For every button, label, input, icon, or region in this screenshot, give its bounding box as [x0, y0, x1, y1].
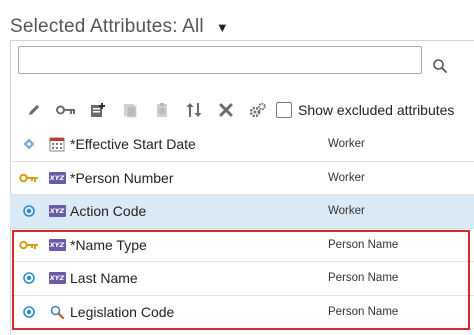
search-icon[interactable]: [432, 58, 448, 74]
copy-icon: [124, 104, 137, 118]
xyz-icon: XYZ: [48, 262, 66, 295]
attributes-header: Selected Attributes: All ▼: [10, 12, 229, 42]
attribute-object: Person Name: [328, 238, 399, 251]
page-title: Selected Attributes: All: [10, 16, 204, 37]
table-row[interactable]: XYZ Action Code Worker: [10, 195, 474, 229]
key-icon: [18, 229, 40, 262]
search-input[interactable]: [18, 46, 422, 74]
table-row[interactable]: Legislation Code Person Name: [10, 296, 474, 329]
sort-button[interactable]: [178, 94, 210, 126]
xyz-icon: XYZ: [48, 229, 66, 262]
table-row[interactable]: XYZ Last Name Person Name: [10, 262, 474, 296]
target-icon: [18, 262, 40, 295]
attributes-table: *Effective Start Date Worker XYZ *Person…: [10, 128, 474, 329]
calendar-icon: [48, 128, 66, 161]
xyz-icon: XYZ: [48, 162, 66, 195]
attribute-object: Worker: [328, 138, 365, 151]
search-bar: [18, 46, 458, 80]
xyz-icon: XYZ: [48, 195, 66, 228]
filter-dropdown-icon[interactable]: ▼: [216, 20, 229, 35]
attribute-object: Person Name: [328, 272, 399, 285]
lookup-icon: [48, 296, 66, 329]
attribute-name: Action Code: [70, 203, 147, 220]
paste-icon: [157, 103, 167, 117]
target-icon: [18, 296, 40, 329]
copy-button[interactable]: [114, 94, 146, 126]
xyz-icon-text: XYZ: [48, 205, 66, 218]
show-excluded-toggle[interactable]: Show excluded attributes: [276, 102, 454, 118]
attribute-object: Worker: [328, 171, 365, 184]
show-excluded-label: Show excluded attributes: [298, 102, 455, 118]
sort-icon: [186, 103, 202, 117]
key-icon: [56, 105, 75, 115]
settings-icon: [249, 102, 266, 118]
add-attribute-button[interactable]: [82, 94, 114, 126]
delete-button[interactable]: [210, 94, 242, 126]
paste-button[interactable]: [146, 94, 178, 126]
key-button[interactable]: [50, 94, 82, 126]
toolbar: Show excluded attributes: [18, 92, 464, 128]
delete-icon: [219, 103, 233, 117]
table-row[interactable]: *Effective Start Date Worker: [10, 128, 474, 162]
attribute-name: *Name Type: [70, 236, 147, 253]
add-attribute-icon: [91, 103, 105, 117]
settings-button[interactable]: [242, 94, 274, 126]
diamond-icon: [18, 128, 40, 161]
table-row[interactable]: XYZ *Person Number Worker: [10, 162, 474, 195]
xyz-icon-text: XYZ: [48, 272, 66, 285]
attribute-name: Last Name: [70, 270, 138, 287]
edit-button[interactable]: [18, 94, 50, 126]
edit-icon: [29, 104, 40, 115]
show-excluded-checkbox[interactable]: [276, 102, 292, 118]
xyz-icon-text: XYZ: [48, 238, 66, 251]
target-icon: [18, 195, 40, 228]
attribute-name: *Effective Start Date: [70, 136, 196, 153]
key-icon: [18, 162, 40, 195]
attribute-name: Legislation Code: [70, 303, 175, 320]
table-row[interactable]: XYZ *Name Type Person Name: [10, 229, 474, 262]
attribute-object: Worker: [328, 205, 365, 218]
xyz-icon-text: XYZ: [48, 171, 66, 184]
attribute-object: Person Name: [328, 305, 399, 318]
attribute-name: *Person Number: [70, 169, 174, 186]
